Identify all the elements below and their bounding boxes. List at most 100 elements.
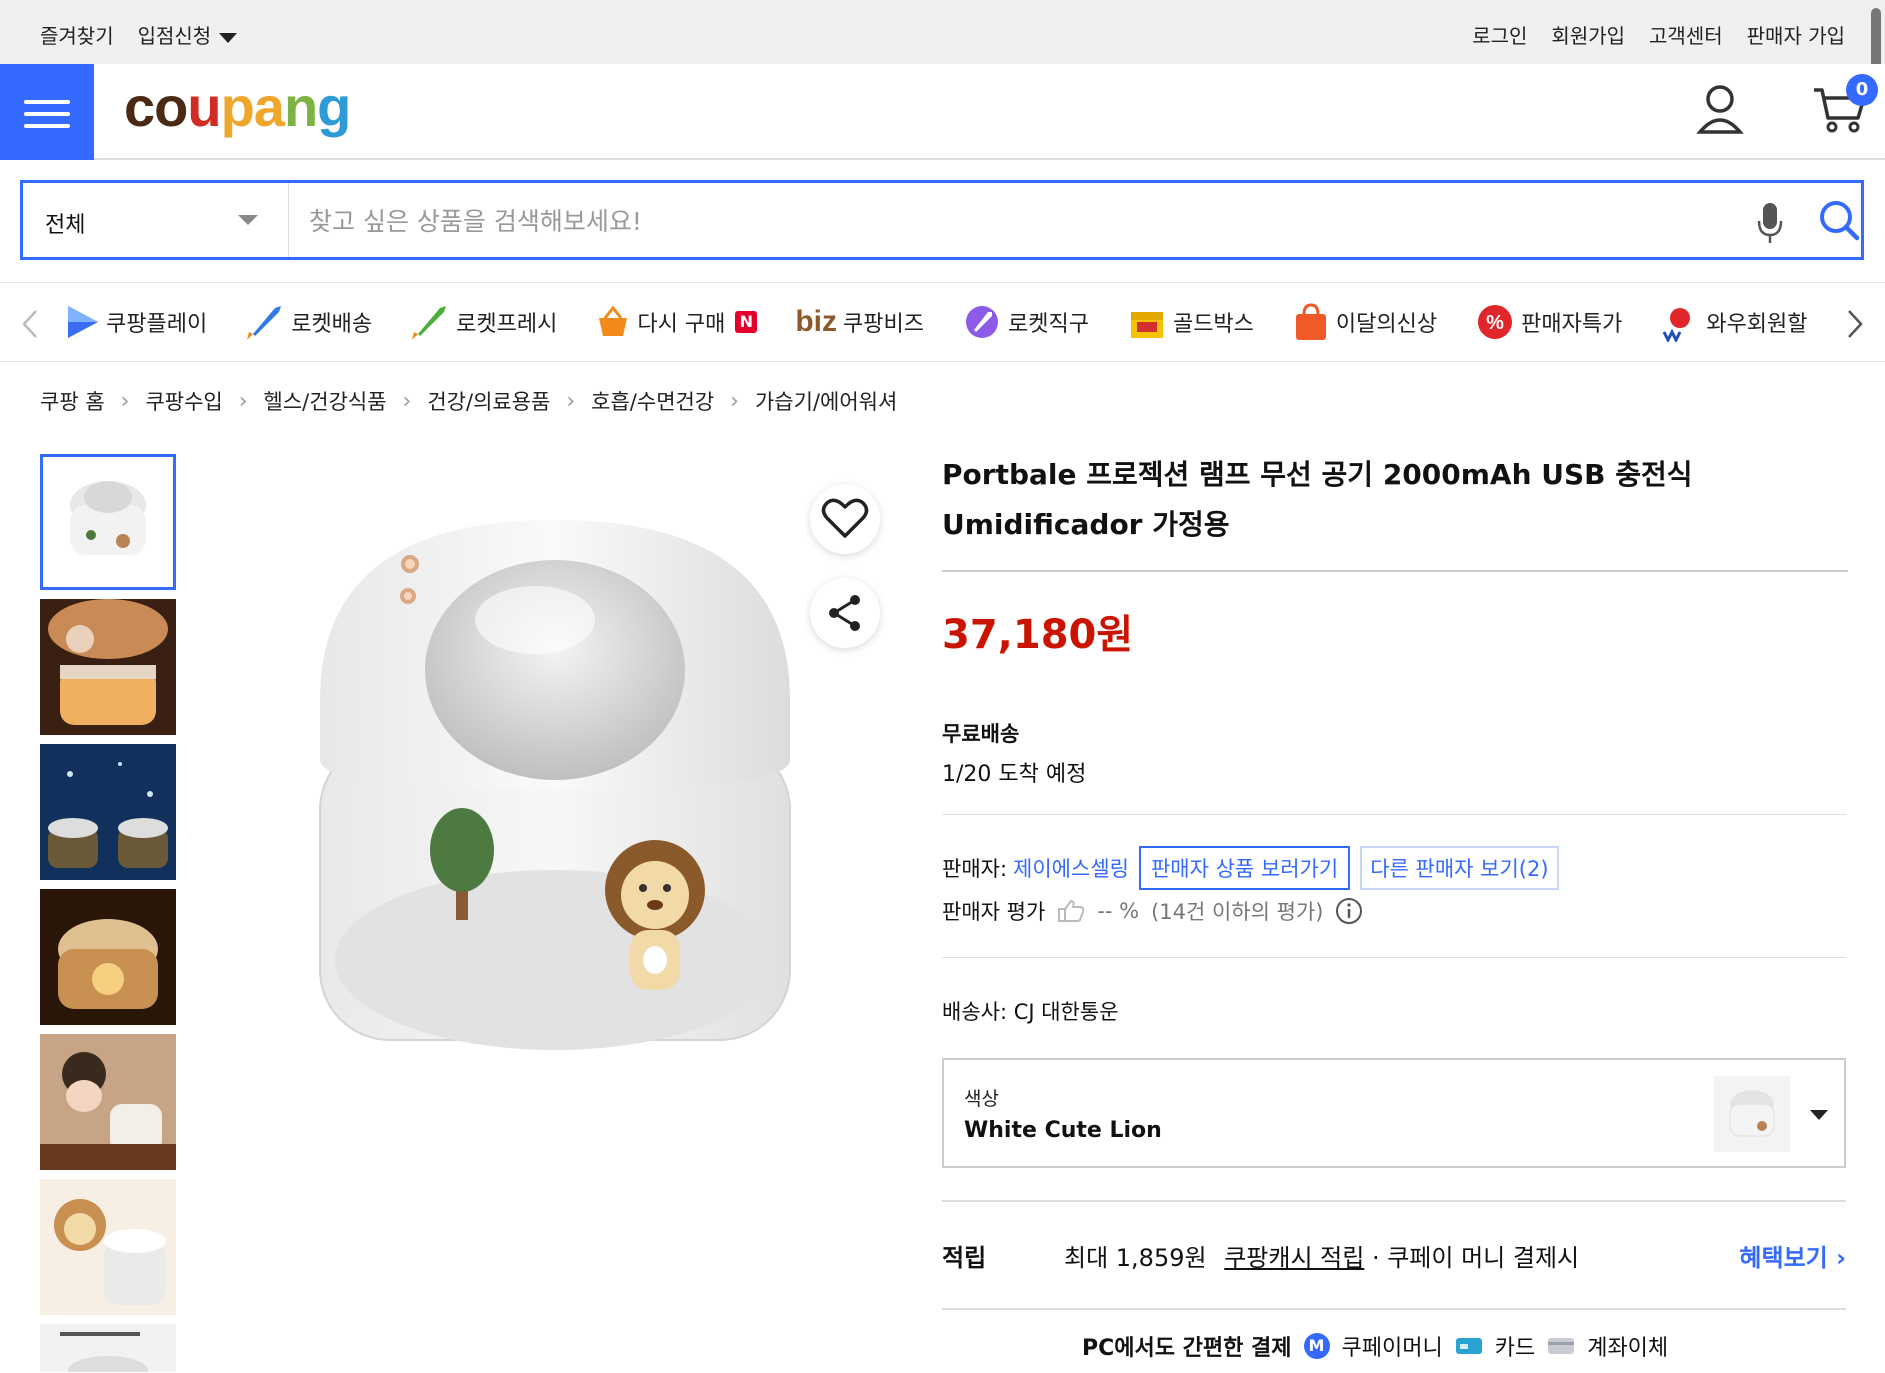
my-coupang-icon[interactable] (1695, 84, 1745, 140)
svg-text:%: % (1486, 312, 1504, 334)
coupang-logo[interactable]: coupang (124, 74, 351, 139)
thumbnail-3[interactable] (40, 744, 176, 880)
breadcrumb-item[interactable]: 가습기/에어워셔 (755, 386, 897, 416)
seller-label: 판매자: (942, 857, 1008, 881)
other-sellers-button[interactable]: 다른 판매자 보기(2) (1360, 846, 1559, 890)
nav-item-label: 이달의신상 (1335, 312, 1438, 337)
breadcrumb-item[interactable]: 쿠팡 홈 (40, 386, 105, 416)
shipping-eta: 1/20 도착 예정 (942, 762, 1087, 787)
percent-badge-icon: % (1478, 305, 1513, 339)
goldbox-icon (1130, 312, 1163, 338)
payment-methods: PC에서도 간편한 결제 M 쿠페이머니 카드 계좌이체 (1082, 1330, 1668, 1362)
login-link[interactable]: 로그인 (1472, 20, 1527, 49)
seller-row: 판매자: 제이에스셀링 판매자 상품 보러가기 다른 판매자 보기(2) (942, 846, 1559, 890)
logo-part: g (317, 75, 351, 138)
bookmark-link[interactable]: 즐겨찾기 (40, 20, 114, 49)
nav-prev-arrow-icon[interactable] (20, 309, 40, 343)
nav-item-buy-again[interactable]: 다시 구매 N (595, 304, 758, 340)
thumbnail-list (40, 454, 176, 1373)
payment-card: 카드 (1494, 1336, 1536, 1361)
search-bar: 전체 (20, 180, 1864, 260)
scrollbar[interactable] (1871, 8, 1881, 70)
wow-icon (1662, 308, 1699, 342)
search-category-select[interactable]: 전체 (23, 183, 289, 257)
reward-amount: 최대 1,859원 (1064, 1244, 1207, 1272)
nav-item-wow-member[interactable]: 와우회원할 (1660, 302, 1808, 342)
breadcrumb-item[interactable]: 건강/의료용품 (427, 386, 550, 416)
divider (942, 570, 1848, 572)
nav-item-new-arrivals[interactable]: 이달의신상 (1292, 302, 1437, 342)
service-nav: 쿠팡플레이 로켓배송 로켓프레시 다시 구매 N biz 쿠팡비즈 로켓직구 골… (0, 282, 1885, 362)
rocket-fresh-icon (412, 306, 447, 340)
thumbnail-5[interactable] (40, 1034, 176, 1170)
partner-link[interactable]: 입점신청 (138, 20, 238, 49)
breadcrumb-item[interactable]: 호흡/수면건강 (591, 386, 714, 416)
carrier-info: 배송사: CJ 대한통운 (942, 1000, 1119, 1024)
card-icon (1455, 1338, 1482, 1354)
signup-link[interactable]: 회원가입 (1551, 20, 1625, 49)
breadcrumb: 쿠팡 홈 › 쿠팡수입 › 헬스/건강식품 › 건강/의료용품 › 호흡/수면건강 › 가… (40, 386, 897, 416)
breadcrumb-item[interactable]: 쿠팡수입 (145, 386, 222, 416)
thumbnail-2[interactable] (40, 599, 176, 735)
seller-products-button[interactable]: 판매자 상품 보러가기 (1138, 846, 1351, 890)
divider (942, 957, 1846, 958)
info-icon[interactable] (1335, 897, 1363, 925)
nav-item-rocket-fresh[interactable]: 로켓프레시 (410, 302, 557, 342)
chevron-right-icon: › (730, 388, 739, 414)
nav-item-rocket-delivery[interactable]: 로켓배송 (245, 302, 372, 342)
benefits-link[interactable]: 혜택보기 › (1739, 1238, 1846, 1273)
nav-item-label: 로켓직구 (1007, 312, 1089, 337)
option-label: 색상 (964, 1088, 999, 1110)
play-icon (68, 306, 98, 338)
rocket-global-icon (965, 306, 998, 338)
seller-signup-link[interactable]: 판매자 가입 (1747, 20, 1845, 49)
logo-part: co (124, 75, 188, 138)
color-option-select[interactable]: 색상 White Cute Lion (942, 1058, 1846, 1168)
support-link[interactable]: 고객센터 (1649, 20, 1723, 49)
thumbs-up-icon (1058, 899, 1085, 922)
breadcrumb-item[interactable]: 헬스/건강식품 (264, 386, 387, 416)
partner-label: 입점신청 (137, 24, 212, 48)
chevron-down-icon (219, 32, 238, 43)
coupay-money-icon: M (1303, 1333, 1330, 1359)
nav-item-label: 다시 구매 (637, 312, 726, 337)
chevron-right-icon: › (238, 388, 248, 414)
divider (942, 814, 1846, 815)
share-button[interactable] (810, 578, 880, 648)
seller-name-link[interactable]: 제이에스셀링 (1013, 853, 1129, 883)
seller-rating-note: (14건 이하의 평가) (1151, 900, 1324, 924)
nav-item-label: 골드박스 (1172, 312, 1254, 337)
logo-part: pa (220, 75, 285, 138)
microphone-icon[interactable] (1756, 201, 1784, 249)
category-menu-button[interactable] (0, 64, 94, 160)
new-badge: N (735, 311, 758, 333)
nav-item-label: 쿠팡플레이 (106, 312, 208, 337)
cart-count-badge: 0 (1846, 74, 1878, 106)
nav-item-rocket-global[interactable]: 로켓직구 (962, 302, 1089, 342)
search-category-value: 전체 (45, 213, 86, 238)
product-info: Portbale 프로젝션 램프 무선 공기 2000mAh USB 충전식 U… (942, 450, 1848, 1361)
coupang-cash-link[interactable]: 쿠팡캐시 적립 (1224, 1244, 1364, 1272)
product-price: 37,180원 (942, 612, 1134, 658)
search-icon[interactable] (1818, 199, 1860, 245)
top-utility-bar: 즐겨찾기 입점신청 로그인 회원가입 고객센터 판매자 가입 (0, 0, 1885, 70)
thumbnail-7[interactable] (40, 1324, 176, 1372)
reward-text: 최대 1,859원 쿠팡캐시 적립 · 쿠페이 머니 결제시 (1064, 1238, 1579, 1273)
basket-icon (599, 305, 628, 336)
wishlist-button[interactable] (810, 484, 880, 554)
thumbnail-1[interactable] (40, 454, 176, 590)
nav-item-goldbox[interactable]: 골드박스 (1127, 302, 1254, 342)
thumbnail-6[interactable] (40, 1179, 176, 1315)
logo-part: n (283, 75, 318, 138)
thumbnail-4[interactable] (40, 889, 176, 1025)
search-input[interactable] (309, 201, 1709, 241)
nav-item-seller-deals[interactable]: % 판매자특가 (1475, 302, 1622, 342)
option-value: White Cute Lion (964, 1118, 1162, 1143)
nav-item-coupang-play[interactable]: 쿠팡플레이 (64, 304, 207, 340)
nav-item-coupang-biz[interactable]: biz 쿠팡비즈 (795, 305, 924, 339)
new-bag-icon (1295, 303, 1326, 340)
main-product-image[interactable] (290, 490, 830, 1104)
seller-rating-label: 판매자 평가 (942, 900, 1046, 924)
nav-next-arrow-icon[interactable] (1845, 309, 1865, 343)
chevron-right-icon: › (120, 388, 130, 414)
